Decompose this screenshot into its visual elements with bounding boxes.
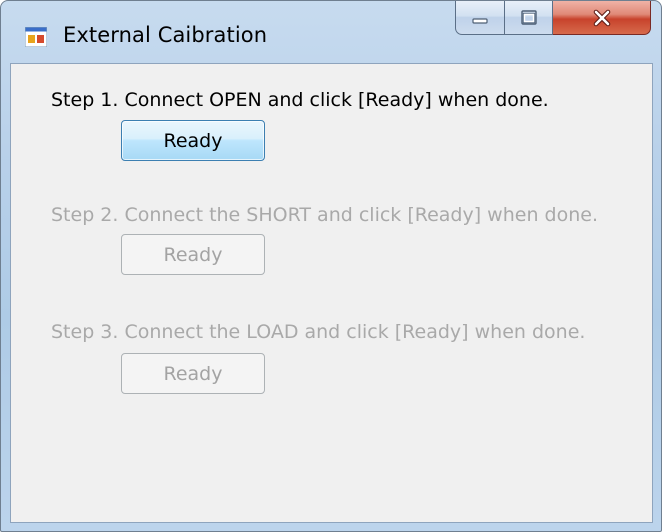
minimize-icon [472, 17, 488, 24]
step-1-label: Step 1. Connect OPEN and click [Ready] w… [51, 89, 549, 111]
minimize-button[interactable] [455, 1, 505, 35]
close-button[interactable] [553, 1, 651, 35]
winforms-app-icon [25, 27, 47, 47]
calibration-window: External Caibration Step 1. Connect OPEN… [0, 0, 662, 532]
title-bar[interactable]: External Caibration [1, 1, 661, 63]
maximize-icon [520, 9, 537, 25]
step-3-label: Step 3. Connect the LOAD and click [Read… [51, 321, 586, 343]
caption-buttons [455, 1, 651, 35]
window-title: External Caibration [63, 23, 268, 47]
client-area: Step 1. Connect OPEN and click [Ready] w… [10, 63, 653, 523]
step-2-ready-button[interactable]: Ready [121, 234, 265, 275]
step-2-label: Step 2. Connect the SHORT and click [Rea… [51, 204, 598, 226]
step-1-ready-button[interactable]: Ready [121, 120, 265, 161]
step-3-ready-button[interactable]: Ready [121, 353, 265, 394]
close-icon [593, 9, 610, 26]
maximize-button[interactable] [505, 1, 553, 35]
